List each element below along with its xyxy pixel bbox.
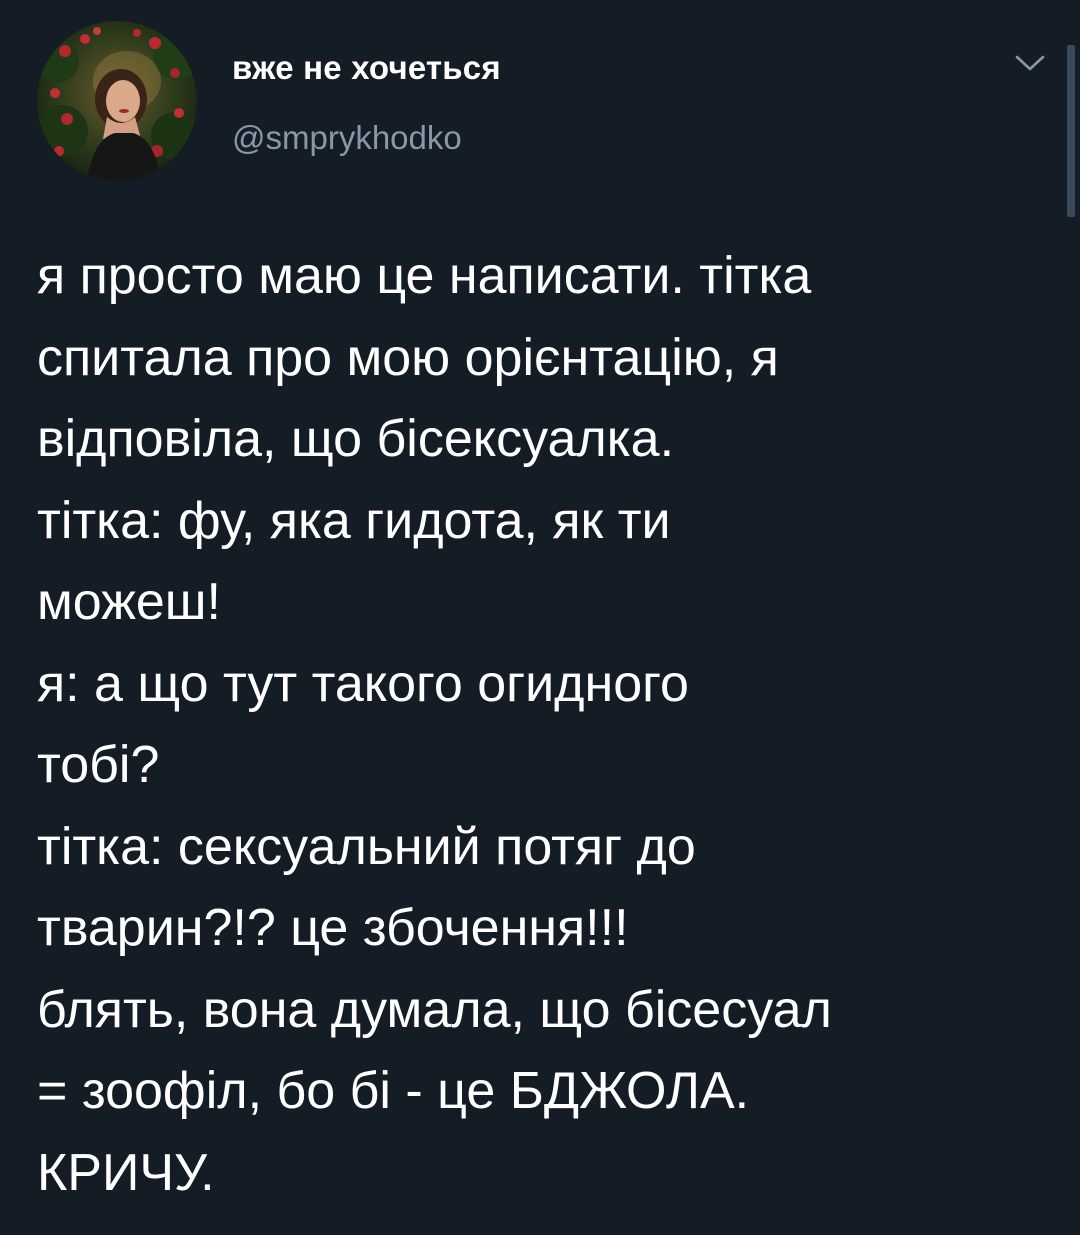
tweet-line: тварин?!? це збочення!!! [37,899,629,957]
tweet-line: тітка: фу, яка гидота, як ти [37,491,671,550]
tweet-card: вже не хочеться @smprykhodko я просто ма… [0,0,1080,1235]
tweet-line: тобі? [37,736,160,794]
tweet-line: відповіла, що бісексуалка. [37,410,675,468]
avatar[interactable] [37,21,197,181]
tweet-line: я просто маю це написати. тітка [37,247,812,305]
tweet-line: = зоофіл, бо бі - це БДЖОЛА. [37,1062,750,1120]
tweet-line: блять, вона думала, що бісесуал [37,980,832,1039]
tweet-line: я: а що тут такого огидного [37,654,689,713]
display-name[interactable]: вже не хочеться [232,49,501,87]
chevron-down-icon[interactable] [1010,48,1050,80]
tweet-text: я просто маю це написати. тітка спитала … [37,236,1057,1214]
user-handle[interactable]: @smprykhodko [232,119,462,157]
tweet-line: тітка: сексуальний потяг до [37,817,696,876]
avatar-image [37,21,197,181]
tweet-line: КРИЧУ. [37,1143,215,1202]
tweet-line: спитала про мою орієнтацію, я [37,328,779,387]
scroll-indicator [1067,45,1075,217]
tweet-line: можеш! [37,573,221,631]
